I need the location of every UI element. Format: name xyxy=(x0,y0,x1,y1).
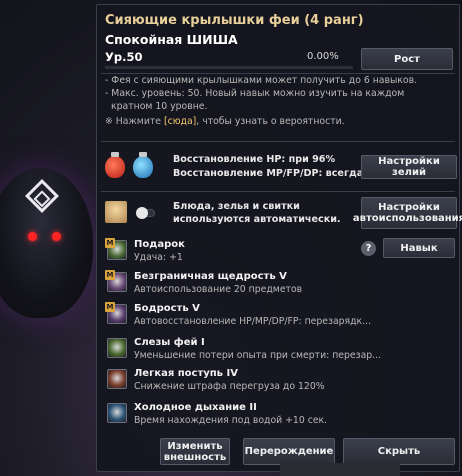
skill-row[interactable]: Слезы фей I Уменьшение потери опыта при с… xyxy=(107,336,447,366)
pet-left-eye xyxy=(28,232,37,241)
pet-right-eye xyxy=(52,232,61,241)
skill-badge: M xyxy=(105,270,115,280)
skill-description: Удача: +1 xyxy=(134,252,183,263)
info-line-2: - Макс. уровень: 50. Новый навык можно и… xyxy=(105,88,405,99)
gift-clover-icon[interactable]: M xyxy=(105,238,127,260)
divider xyxy=(101,141,455,142)
rebirth-button[interactable]: Перерождение xyxy=(243,438,335,465)
skill-description: Снижение штрафа перегруза до 120% xyxy=(134,381,325,392)
mp-potion-icon[interactable] xyxy=(133,152,153,178)
skill-description: Автоиспользование 20 предметов xyxy=(134,284,303,295)
light-step-icon[interactable] xyxy=(107,369,127,389)
skill-row[interactable]: Холодное дыхание II Время нахождения под … xyxy=(107,401,447,431)
info-line-3: кратном 10 уровне. xyxy=(111,101,208,112)
hint-suffix: , чтобы узнать о вероятности. xyxy=(196,116,345,127)
exp-bar xyxy=(105,66,353,69)
skill-badge: M xyxy=(105,302,115,312)
pet-title: Сияющие крылышки феи (4 ранг) xyxy=(105,13,364,28)
auto-use-text-2: используются автоматически. xyxy=(173,214,341,225)
pet-level: Ур.50 xyxy=(105,50,143,64)
potion-vigor-icon[interactable]: M xyxy=(105,302,127,324)
divider xyxy=(101,73,455,74)
hide-button[interactable]: Скрыть xyxy=(343,438,455,465)
auto-use-flask-icon xyxy=(105,201,127,223)
skill-name: Безграничная щедрость V xyxy=(134,271,287,282)
exp-percent: 0.00% xyxy=(307,51,339,62)
probability-link[interactable]: [сюда] xyxy=(164,116,196,127)
skill-name: Бодрость V xyxy=(134,303,200,314)
auto-use-settings-button[interactable]: Настройки автоиспользования xyxy=(353,197,462,229)
background-fragment xyxy=(280,463,400,476)
hint-prefix: ※ Нажмите xyxy=(105,116,164,127)
skill-row[interactable]: Легкая поступь IV Снижение штрафа перегру… xyxy=(107,367,447,397)
hp-potion-icon[interactable] xyxy=(105,152,125,178)
info-line-1: - Фея с сияющими крылышками может получи… xyxy=(105,75,418,86)
pet-artwork xyxy=(0,0,100,476)
skill-name: Легкая поступь IV xyxy=(134,368,238,379)
toggle-knob xyxy=(136,207,148,219)
skill-row[interactable]: M Подарок Удача: +1 xyxy=(105,238,447,268)
cold-breath-icon[interactable] xyxy=(107,403,127,423)
skill-row[interactable]: M Бодрость V Автовосстановление HP/MP/DP/F… xyxy=(105,302,447,332)
skill-name: Подарок xyxy=(134,239,185,250)
skill-description: Уменьшение потери опыта при смерти: пере… xyxy=(134,350,382,361)
potion-settings-button[interactable]: Настройки зелий xyxy=(361,155,457,179)
fairy-wings-icon[interactable]: M xyxy=(105,270,127,292)
skill-name: Холодное дыхание II xyxy=(134,402,257,413)
grow-button[interactable]: Рост xyxy=(361,48,453,70)
game-scene: Сияющие крылышки феи (4 ранг) Спокойная … xyxy=(0,0,462,476)
pet-info-panel: Сияющие крылышки феи (4 ранг) Спокойная … xyxy=(96,4,462,472)
skill-name: Слезы фей I xyxy=(134,337,205,348)
auto-use-toggle[interactable] xyxy=(136,207,155,219)
skill-description: Время нахождения под водой +10 сек. xyxy=(134,415,328,426)
skill-badge: M xyxy=(105,238,115,248)
mp-restore-text: Восстановление MP/FP/DP: всегда xyxy=(173,168,364,179)
probability-hint: ※ Нажмите [сюда], чтобы узнать о вероятн… xyxy=(105,116,345,129)
change-appearance-button[interactable]: Изменить внешность xyxy=(160,438,230,465)
skill-description: Автовосстановление HP/MP/DP/FP: перезаря… xyxy=(134,316,372,327)
fairy-tears-icon[interactable] xyxy=(107,338,127,358)
hp-restore-text: Восстановление HP: при 96% xyxy=(173,154,336,165)
pet-name: Спокойная ШИША xyxy=(105,32,238,47)
divider xyxy=(101,191,455,192)
auto-use-text-1: Блюда, зелья и свитки xyxy=(173,201,300,212)
skill-row[interactable]: M Безграничная щедрость V Автоиспользовани… xyxy=(105,270,447,300)
